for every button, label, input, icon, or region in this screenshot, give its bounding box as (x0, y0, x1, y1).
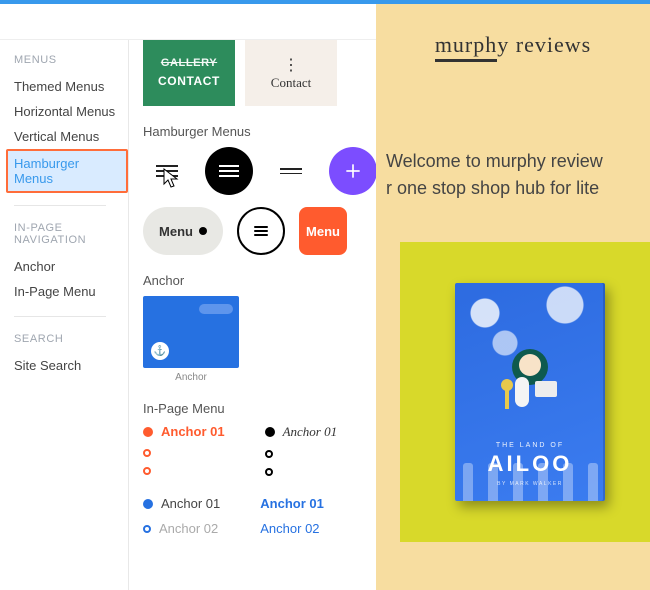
plus-icon (343, 161, 363, 181)
preset-green-line1: GALLERY (161, 55, 217, 73)
kebab-icon: ⋮ (283, 55, 299, 75)
inpage-item-label: Anchor 01 (161, 496, 220, 511)
sidebar-item-vertical-menus[interactable]: Vertical Menus (14, 124, 128, 149)
inpage-item-label: Anchor 01 (260, 496, 324, 511)
hamburger-preset-thin-lines[interactable] (267, 147, 315, 195)
book-frame: THE LAND OF AILOO BY MARK WALKER (400, 242, 650, 542)
section-title: Anchor (143, 273, 184, 288)
sidebar-category-inpage: IN-PAGE NAVIGATION (14, 222, 128, 246)
sidebar-item-horizontal-menus[interactable]: Horizontal Menus (14, 99, 128, 124)
inpage-item-label: Anchor 01 (283, 424, 338, 440)
book-character-art (455, 331, 605, 431)
hero-text: Welcome to murphy review r one stop shop… (376, 58, 650, 202)
site-title-underlined: murph (435, 32, 497, 58)
sidebar-item-site-search[interactable]: Site Search (14, 353, 128, 378)
divider (14, 316, 106, 317)
book-cover: THE LAND OF AILOO BY MARK WALKER (455, 283, 605, 501)
anchor-bar-shape (199, 304, 233, 314)
live-preview-canvas: murphy reviews Welcome to murphy review … (376, 4, 650, 590)
bullet-icon (143, 499, 153, 509)
bullet-icon (143, 449, 151, 457)
inpage-preset-blue-b[interactable]: Anchor 01 Anchor 02 (260, 496, 324, 536)
preset-card-green[interactable]: GALLERY CONTACT (143, 40, 235, 106)
inpage-item-label: Anchor 02 (159, 521, 218, 536)
hamburger-preset-orange-square[interactable]: Menu (299, 207, 347, 255)
anchor-preset-wrapper[interactable]: ⚓ Anchor (143, 296, 239, 383)
sidebar-item-hamburger-menus[interactable]: Hamburger Menus (6, 149, 128, 193)
inpage-preset-black[interactable]: Anchor 01 (265, 424, 338, 476)
hamburger-preset-pill-menu[interactable]: Menu (143, 207, 223, 255)
sidebar-category-menus: MENUS (14, 54, 128, 66)
inpage-item-label: Anchor 01 (161, 424, 225, 439)
anchor-preset-tile: ⚓ (143, 296, 239, 368)
sidebar-item-themed-menus[interactable]: Themed Menus (14, 74, 128, 99)
inpage-item-label: Anchor 02 (260, 521, 319, 536)
inpage-preset-blue-a[interactable]: Anchor 01 Anchor 02 (143, 496, 220, 536)
preset-cream-line2: Contact (271, 75, 311, 91)
book-title: AILOO (488, 451, 573, 477)
book-pretitle: THE LAND OF (496, 442, 564, 449)
hamburger-preset-plus[interactable] (329, 147, 377, 195)
hamburger-preset-black-circle[interactable] (205, 147, 253, 195)
divider (14, 205, 106, 206)
hamburger-preset-outline-circle[interactable] (237, 207, 285, 255)
section-title: Hamburger Menus (143, 124, 251, 139)
inpage-preset-orange[interactable]: Anchor 01 (143, 424, 225, 476)
bullet-icon (143, 467, 151, 475)
hamburger-preset-lines[interactable] (143, 147, 191, 195)
bullet-icon (265, 468, 273, 476)
preset-green-line2: CONTACT (158, 72, 220, 91)
section-title: In-Page Menu (143, 401, 225, 416)
hero-line-1: Welcome to murphy review (386, 148, 650, 175)
site-title-rest: y reviews (497, 32, 591, 57)
menu-pill-label: Menu (159, 224, 193, 239)
hero-line-2: r one stop shop hub for lite (386, 175, 650, 202)
site-title: murphy reviews (376, 4, 650, 58)
bullet-icon (143, 525, 151, 533)
bullet-icon (265, 427, 275, 437)
book-author: BY MARK WALKER (497, 481, 563, 487)
anchor-preset-label: Anchor (143, 372, 239, 383)
bullet-icon (265, 450, 273, 458)
menu-square-label: Menu (306, 224, 340, 239)
bullet-icon (143, 427, 153, 437)
sidebar-category-search: SEARCH (14, 333, 128, 345)
dot-icon (199, 227, 207, 235)
preset-card-cream[interactable]: ⋮ Contact (245, 40, 337, 106)
sidebar: MENUS Themed Menus Horizontal Menus Vert… (0, 40, 128, 590)
anchor-icon: ⚓ (151, 342, 169, 360)
sidebar-item-anchor[interactable]: Anchor (14, 254, 128, 279)
sidebar-item-inpage-menu[interactable]: In-Page Menu (14, 279, 128, 304)
